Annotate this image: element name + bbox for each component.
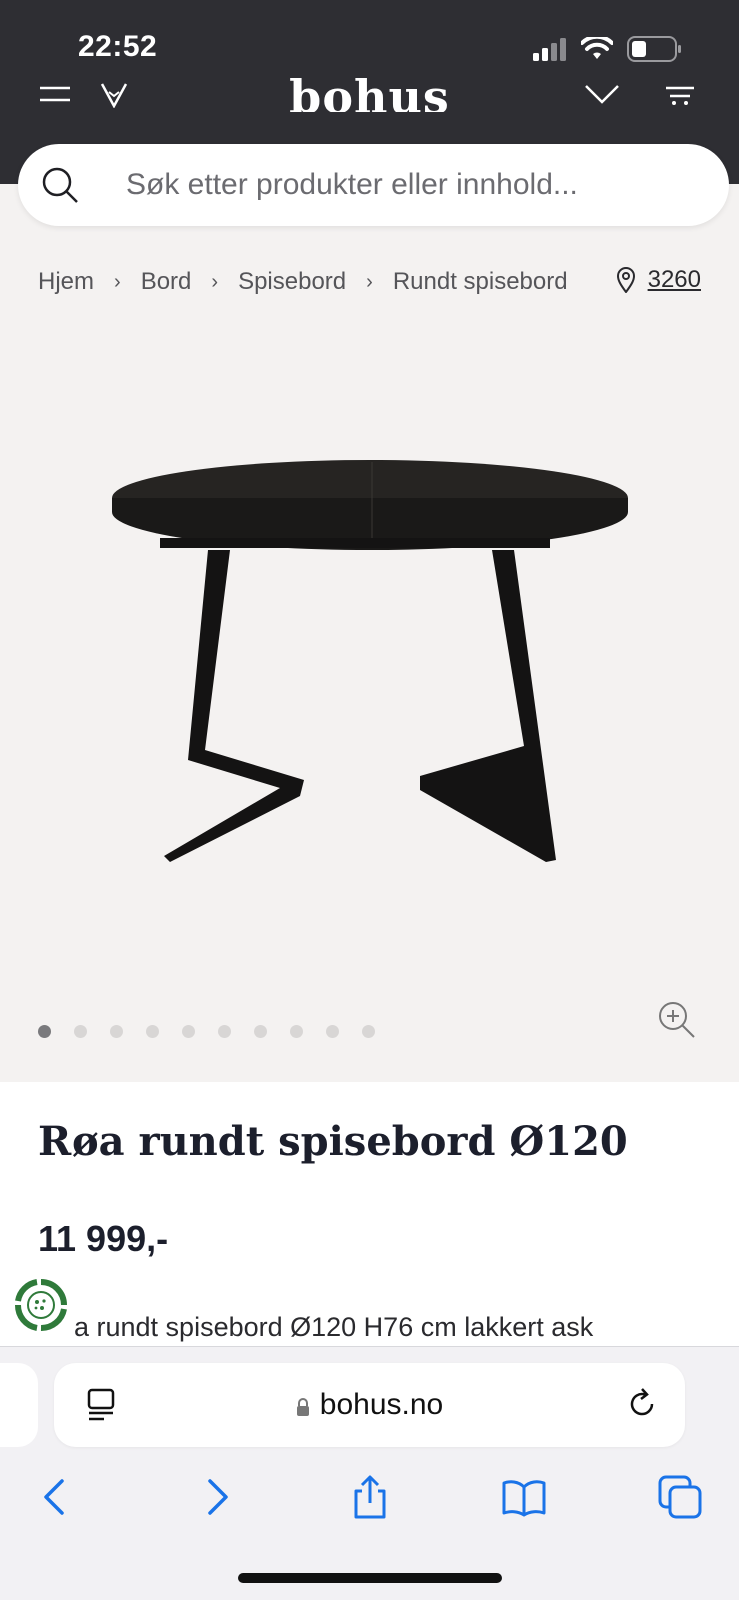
product-price: 11 999,- — [38, 1218, 169, 1259]
zoom-in-icon[interactable] — [657, 1000, 697, 1040]
breadcrumb-separator: › — [114, 270, 121, 293]
breadcrumb-separator: › — [366, 270, 373, 293]
lock-icon — [296, 1398, 309, 1416]
store-location[interactable]: 3260 — [616, 266, 701, 294]
gallery-dot[interactable] — [182, 1025, 195, 1038]
address-bar[interactable]: bohus.no — [54, 1363, 685, 1447]
previous-tab[interactable] — [0, 1363, 38, 1447]
product-image[interactable] — [90, 450, 650, 890]
cellular-signal-icon — [533, 38, 566, 61]
cart-icon[interactable] — [664, 82, 696, 106]
url-display: bohus.no — [54, 1388, 685, 1422]
product-title: Røa rundt spisebord Ø120 — [38, 1118, 628, 1165]
gallery-dot[interactable] — [254, 1025, 267, 1038]
search-input[interactable]: Søk etter produkter eller innhold... — [18, 144, 729, 226]
breadcrumb-separator: › — [211, 270, 219, 293]
home-indicator[interactable] — [238, 1573, 502, 1583]
browser-toolbar: bohus.no — [0, 1346, 739, 1600]
gallery-dot[interactable] — [74, 1025, 87, 1038]
share-icon[interactable] — [348, 1475, 392, 1519]
product-info: Røa rundt spisebord Ø120 11 999,- a rund… — [0, 1082, 739, 1352]
location-postcode: 3260 — [647, 266, 701, 293]
chevron-down-icon[interactable] — [584, 82, 620, 106]
forward-icon[interactable] — [194, 1475, 238, 1519]
status-icons — [531, 34, 683, 64]
battery-icon — [627, 36, 681, 62]
gallery-dot[interactable] — [110, 1025, 123, 1038]
breadcrumb-item-home[interactable]: Hjem — [38, 268, 94, 296]
gallery-dot[interactable] — [362, 1025, 375, 1038]
logo-text: bohus — [289, 70, 450, 112]
tabs-icon[interactable] — [658, 1475, 702, 1519]
breadcrumb-item-spisebord[interactable]: Spisebord — [238, 268, 346, 296]
breadcrumb-item-bord[interactable]: Bord — [141, 268, 192, 296]
search-icon — [42, 167, 78, 203]
wifi-icon — [581, 37, 613, 59]
reload-icon[interactable] — [625, 1387, 659, 1421]
breadcrumb-item-rundt-spisebord[interactable]: Rundt spisebord — [393, 268, 568, 296]
url-text: bohus.no — [319, 1388, 444, 1421]
product-description: a rundt spisebord Ø120 H76 cm lakkert as… — [74, 1312, 594, 1342]
status-time: 22:52 — [78, 30, 158, 63]
gallery-dot[interactable] — [290, 1025, 303, 1038]
back-icon[interactable] — [34, 1475, 78, 1519]
bookmarks-icon[interactable] — [502, 1475, 546, 1519]
gallery-dots — [38, 1025, 375, 1038]
gallery-dot[interactable] — [38, 1025, 51, 1038]
location-pin-icon — [616, 267, 635, 293]
gallery-dot[interactable] — [326, 1025, 339, 1038]
search-placeholder: Søk etter produkter eller innhold... — [126, 168, 578, 201]
gallery-dot[interactable] — [218, 1025, 231, 1038]
breadcrumb: Hjem › Bord › Spisebord › Rundt spisebor… — [38, 268, 568, 296]
gallery-dot[interactable] — [146, 1025, 159, 1038]
bohus-logo[interactable]: bohus — [0, 66, 739, 112]
eco-badge-icon[interactable] — [12, 1276, 70, 1334]
